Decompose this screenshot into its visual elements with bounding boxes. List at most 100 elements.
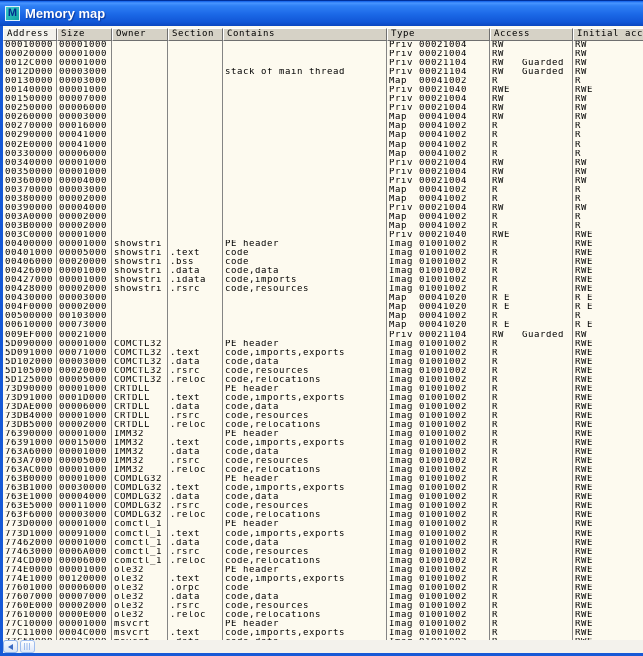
horizontal-scrollbar[interactable] (3, 640, 643, 653)
table-row[interactable]: 774CD00000006000comctl_1.reloccode,reloc… (3, 557, 643, 566)
cell-size: 00020000 (57, 367, 112, 376)
column-header-section[interactable]: Section (168, 28, 223, 41)
table-row[interactable]: 0040100000005000showstri.textcodeImag 01… (3, 249, 643, 258)
table-row[interactable]: 0039000000004000Priv 00021004RWRW (3, 204, 643, 213)
table-row[interactable]: 763A600000001000IMM32.datacode,dataImag … (3, 448, 643, 457)
table-row[interactable]: 5D10500000020000COMCTL32.rsrccode,resour… (3, 367, 643, 376)
table-row[interactable]: 7760700000007000ole32.datacode,dataImag … (3, 593, 643, 602)
cell-initial-access: RWE (573, 457, 643, 466)
table-row[interactable]: 5D12500000005000COMCTL32.reloccode,reloc… (3, 376, 643, 385)
cell-contains (223, 141, 387, 150)
table-row[interactable]: 0029000000041000Map 00041002RR (3, 131, 643, 140)
cell-size: 00003000 (57, 186, 112, 195)
table-row[interactable]: 0061000000073000Map 00041020R ER E (3, 321, 643, 330)
column-header-contains[interactable]: Contains (223, 28, 387, 41)
table-row[interactable]: 774E100000120000ole32.textcode,imports,e… (3, 575, 643, 584)
table-row[interactable]: 763E100000004000COMDLG32.datacode,dataIm… (3, 493, 643, 502)
scrollbar-thumb[interactable] (20, 640, 35, 653)
table-row[interactable]: 5D10200000003000COMCTL32.datacode,dataIm… (3, 358, 643, 367)
column-header-initial-access[interactable]: Initial access (573, 28, 643, 41)
cell-access: RW Guarded (490, 59, 573, 68)
table-row[interactable]: 7746200000001000comctl_1.datacode,dataIm… (3, 539, 643, 548)
table-row[interactable]: 004F000000002000Map 00041020R ER E (3, 303, 643, 312)
cell-address: 003A0000 (3, 213, 57, 222)
table-row[interactable]: 763AC00000001000IMM32.reloccode,relocati… (3, 466, 643, 475)
cell-contains: code,relocations (223, 466, 387, 475)
table-row[interactable]: 763A700000005000IMM32.rsrccode,resources… (3, 457, 643, 466)
column-header-owner[interactable]: Owner (112, 28, 168, 41)
cell-size: 00005000 (57, 249, 112, 258)
table-row[interactable]: 763F600000003000COMDLG32.reloccode,reloc… (3, 511, 643, 520)
cell-section (168, 50, 223, 59)
table-row[interactable]: 77C1000000001000msvcrtPE headerImag 0100… (3, 620, 643, 629)
title-bar[interactable]: M Memory map (0, 0, 643, 26)
cell-size: 00001000 (57, 231, 112, 240)
table-row[interactable]: 0013000000003000Map 00041002RR (3, 77, 643, 86)
cell-address: 00500000 (3, 312, 57, 321)
table-row[interactable]: 0042800000002000showstri.rsrccode,resour… (3, 285, 643, 294)
cell-contains (223, 331, 387, 340)
table-row[interactable]: 003A000000002000Map 00041002RR (3, 213, 643, 222)
cell-section: .rsrc (168, 412, 223, 421)
table-row[interactable]: 763E500000011000COMDLG32.rsrccode,resour… (3, 502, 643, 511)
cell-initial-access: RWE (573, 340, 643, 349)
table-row[interactable]: 0015000000007000Priv 00021004RWRW (3, 95, 643, 104)
table-row[interactable]: 0033000000006000Map 00041002RR (3, 150, 643, 159)
table-row[interactable]: 0001000000001000Priv 00021004RWRW (3, 41, 643, 50)
table-row[interactable]: 0042700000001000showstri.idatacode,impor… (3, 276, 643, 285)
table-row[interactable]: 763B000000001000COMDLG32PE headerImag 01… (3, 475, 643, 484)
table-row[interactable]: 773D100000091000comctl_1.textcode,import… (3, 530, 643, 539)
table-row[interactable]: 0002000000001000Priv 00021004RWRW (3, 50, 643, 59)
table-row[interactable]: 003C000000001000Priv 00021040RWERWE (3, 231, 643, 240)
cell-owner: CRTDLL (112, 403, 168, 412)
table-row[interactable]: 0050000000103000Map 00041002RR (3, 312, 643, 321)
table-row[interactable]: 0037000000003000Map 00041002RR (3, 186, 643, 195)
table-row[interactable]: 0034000000001000Priv 00021004RWRW (3, 159, 643, 168)
table-row[interactable]: 0035000000001000Priv 00021004RWRW (3, 168, 643, 177)
table-row[interactable]: 7639000000001000IMM32PE headerImag 01001… (3, 430, 643, 439)
table-row[interactable]: 773D000000001000comctl_1PE headerImag 01… (3, 520, 643, 529)
cell-size: 00002000 (57, 285, 112, 294)
table-row[interactable]: 73D910000001D000CRTDLL.textcode,imports,… (3, 394, 643, 403)
table-row[interactable]: 763B100000030000COMDLG32.textcode,import… (3, 484, 643, 493)
table-row[interactable]: 003B000000002000Map 00041002RR (3, 222, 643, 231)
scroll-left-button[interactable] (3, 640, 18, 653)
table-row[interactable]: 0043000000003000Map 00041020R ER E (3, 294, 643, 303)
column-header-access[interactable]: Access (490, 28, 573, 41)
table-row[interactable]: 0026000000003000Map 00041004RWRW (3, 113, 643, 122)
cell-address: 00406000 (3, 258, 57, 267)
cell-initial-access: RW (573, 113, 643, 122)
table-row[interactable]: 0040600000020000showstri.bsscodeImag 010… (3, 258, 643, 267)
column-header-type[interactable]: Type (387, 28, 490, 41)
column-header-address[interactable]: Address (3, 28, 57, 41)
table-row[interactable]: 0012C00000001000Priv 00021104RW GuardedR… (3, 59, 643, 68)
table-row[interactable]: 002E000000041000Map 00041002RR (3, 141, 643, 150)
table-row[interactable]: 0014000000001000Priv 00021040RWERWE (3, 86, 643, 95)
table-row[interactable]: 5D09100000071000COMCTL32.textcode,import… (3, 349, 643, 358)
table-row[interactable]: 0038000000002000Map 00041002RR (3, 195, 643, 204)
table-row[interactable]: 0042600000001000showstri.datacode,dataIm… (3, 267, 643, 276)
table-row[interactable]: 774630000006A000comctl_1.rsrccode,resour… (3, 548, 643, 557)
cell-type: Imag 01001002 (387, 584, 490, 593)
table-row[interactable]: 0012D00000003000stack of main threadPriv… (3, 68, 643, 77)
table-row[interactable]: 73DB400000001000CRTDLL.rsrccode,resource… (3, 412, 643, 421)
table-row[interactable]: 7639100000015000IMM32.textcode,imports,e… (3, 439, 643, 448)
table-row[interactable]: 0036000000004000Priv 00021004RWRW (3, 177, 643, 186)
table-row[interactable]: 7760100000006000ole32.orpccodeImag 01001… (3, 584, 643, 593)
cell-address: 009EF000 (3, 331, 57, 340)
cell-access: R (490, 502, 573, 511)
table-row[interactable]: 5D09000000001000COMCTL32PE headerImag 01… (3, 340, 643, 349)
column-header-size[interactable]: Size (57, 28, 112, 41)
table-row[interactable]: 0040000000001000showstriPE headerImag 01… (3, 240, 643, 249)
table-row[interactable]: 774E000000001000ole32PE headerImag 01001… (3, 566, 643, 575)
table-row[interactable]: 73DAE00000006000CRTDLL.datacode,dataImag… (3, 403, 643, 412)
cell-type: Map 00041020 (387, 303, 490, 312)
table-row[interactable]: 7760E00000002000ole32.rsrccode,resources… (3, 602, 643, 611)
table-row[interactable]: 776100000000E000ole32.reloccode,relocati… (3, 611, 643, 620)
table-row[interactable]: 009EF00000021000Priv 00021104RW GuardedR… (3, 331, 643, 340)
table-row[interactable]: 0027000000016000Map 00041002RR (3, 122, 643, 131)
table-row[interactable]: 73DB500000002000CRTDLL.reloccode,relocat… (3, 421, 643, 430)
table-row[interactable]: 0025000000006000Priv 00021004RWRW (3, 104, 643, 113)
table-row[interactable]: 73D9000000001000CRTDLLPE headerImag 0100… (3, 385, 643, 394)
table-row[interactable]: 77C110000004C000msvcrt.textcode,imports,… (3, 629, 643, 638)
